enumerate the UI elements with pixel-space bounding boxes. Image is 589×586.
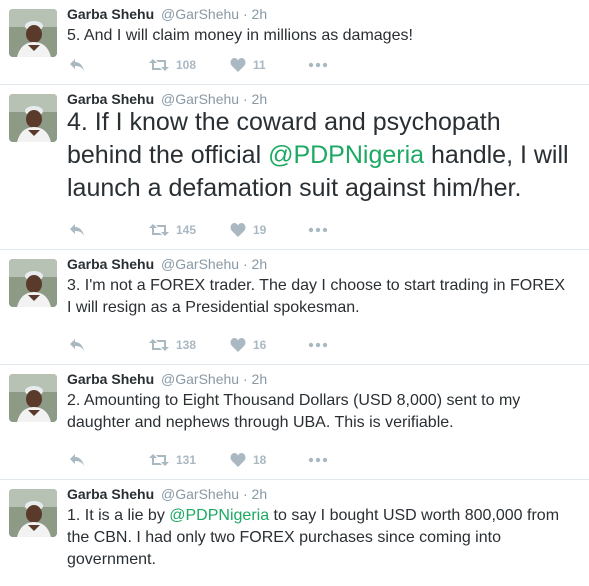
reply-button[interactable] — [69, 220, 85, 240]
timestamp[interactable]: 2h — [252, 371, 268, 387]
retweet-button[interactable]: 108 — [149, 55, 196, 75]
more-button[interactable] — [308, 55, 328, 75]
tweet-header: Garba Shehu @GarShehu · 2h — [67, 5, 267, 23]
avatar[interactable] — [9, 9, 57, 57]
heart-icon — [230, 58, 246, 72]
more-button[interactable] — [308, 220, 328, 240]
tweet[interactable]: Garba Shehu @GarShehu · 2h 2. Amounting … — [0, 365, 589, 480]
timestamp[interactable]: 2h — [252, 486, 268, 502]
retweet-icon — [149, 454, 169, 466]
like-button[interactable]: 11 — [230, 55, 266, 75]
tweet[interactable]: Garba Shehu @GarShehu · 2h 3. I'm not a … — [0, 250, 589, 365]
retweet-count: 145 — [176, 223, 197, 237]
separator-dot: · — [242, 486, 248, 502]
heart-icon — [230, 453, 246, 467]
avatar[interactable] — [9, 94, 57, 142]
reply-button[interactable] — [69, 335, 85, 355]
retweet-icon — [149, 224, 169, 236]
reply-icon — [70, 59, 84, 71]
author-handle[interactable]: @GarShehu — [161, 371, 239, 387]
author-handle[interactable]: @GarShehu — [161, 6, 239, 22]
tweet-text: 5. And I will claim money in millions as… — [67, 25, 571, 47]
reply-icon — [70, 224, 84, 236]
author-name[interactable]: Garba Shehu — [67, 486, 154, 502]
more-icon — [308, 342, 328, 348]
tweet-header: Garba Shehu @GarShehu · 2h — [67, 370, 267, 388]
like-button[interactable]: 19 — [230, 220, 266, 240]
avatar[interactable] — [9, 374, 57, 422]
tweet[interactable]: Garba Shehu @GarShehu · 2h 4. If I know … — [0, 85, 589, 250]
more-icon — [308, 227, 328, 233]
tweet-header: Garba Shehu @GarShehu · 2h — [67, 485, 267, 503]
author-handle[interactable]: @GarShehu — [161, 486, 239, 502]
avatar[interactable] — [9, 489, 57, 537]
author-name[interactable]: Garba Shehu — [67, 371, 154, 387]
tweet-actions: 138 16 — [67, 335, 367, 355]
tweet-text: 1. It is a lie by @PDPNigeria to say I b… — [67, 505, 571, 571]
reply-icon — [70, 454, 84, 466]
mention-link[interactable]: @PDPNigeria — [169, 507, 269, 524]
separator-dot: · — [242, 6, 248, 22]
tweet[interactable]: Garba Shehu @GarShehu · 2h 5. And I will… — [0, 0, 589, 85]
tweet-actions: 131 18 — [67, 450, 367, 470]
like-count: 18 — [253, 453, 267, 467]
tweet-text-part: 3. I'm not a FOREX trader. The day I cho… — [67, 277, 566, 316]
like-count: 19 — [253, 223, 267, 237]
timestamp[interactable]: 2h — [252, 256, 268, 272]
timestamp[interactable]: 2h — [252, 6, 268, 22]
heart-icon — [230, 223, 246, 237]
timestamp[interactable]: 2h — [252, 91, 268, 107]
separator-dot: · — [242, 371, 248, 387]
more-icon — [308, 62, 328, 68]
author-name[interactable]: Garba Shehu — [67, 91, 154, 107]
author-handle[interactable]: @GarShehu — [161, 91, 239, 107]
more-button[interactable] — [308, 335, 328, 355]
tweet-actions: 145 19 — [67, 220, 367, 240]
author-name[interactable]: Garba Shehu — [67, 6, 154, 22]
more-button[interactable] — [308, 450, 328, 470]
like-count: 11 — [253, 58, 266, 72]
mention-link[interactable]: @PDPNigeria — [268, 141, 424, 169]
retweet-button[interactable]: 131 — [149, 450, 196, 470]
retweet-button[interactable]: 145 — [149, 220, 196, 240]
tweet-text: 3. I'm not a FOREX trader. The day I cho… — [67, 275, 571, 319]
author-name[interactable]: Garba Shehu — [67, 256, 154, 272]
retweet-button[interactable]: 138 — [149, 335, 196, 355]
heart-icon — [230, 338, 246, 352]
reply-icon — [70, 339, 84, 351]
avatar[interactable] — [9, 259, 57, 307]
retweet-icon — [149, 339, 169, 351]
retweet-icon — [149, 59, 169, 71]
tweet-text-part: 1. It is a lie by — [67, 507, 170, 524]
tweet-actions: 108 11 — [67, 55, 367, 75]
tweet-text-part: 5. And I will claim money in millions as… — [67, 27, 413, 44]
tweet-timeline: Garba Shehu @GarShehu · 2h 5. And I will… — [0, 0, 589, 586]
like-button[interactable]: 16 — [230, 335, 266, 355]
tweet-header: Garba Shehu @GarShehu · 2h — [67, 255, 267, 273]
separator-dot: · — [242, 91, 248, 107]
more-icon — [308, 457, 328, 463]
tweet-text: 4. If I know the coward and psychopath b… — [67, 106, 571, 205]
author-handle[interactable]: @GarShehu — [161, 256, 239, 272]
tweet-text: 2. Amounting to Eight Thousand Dollars (… — [67, 390, 571, 434]
reply-button[interactable] — [69, 450, 85, 470]
like-count: 16 — [253, 338, 267, 352]
retweet-count: 131 — [176, 453, 197, 467]
retweet-count: 108 — [176, 58, 197, 72]
separator-dot: · — [242, 256, 248, 272]
reply-button[interactable] — [69, 55, 85, 75]
retweet-count: 138 — [176, 338, 197, 352]
tweet-text-part: 2. Amounting to Eight Thousand Dollars (… — [67, 392, 521, 431]
like-button[interactable]: 18 — [230, 450, 266, 470]
tweet[interactable]: Garba Shehu @GarShehu · 2h 1. It is a li… — [0, 480, 589, 586]
